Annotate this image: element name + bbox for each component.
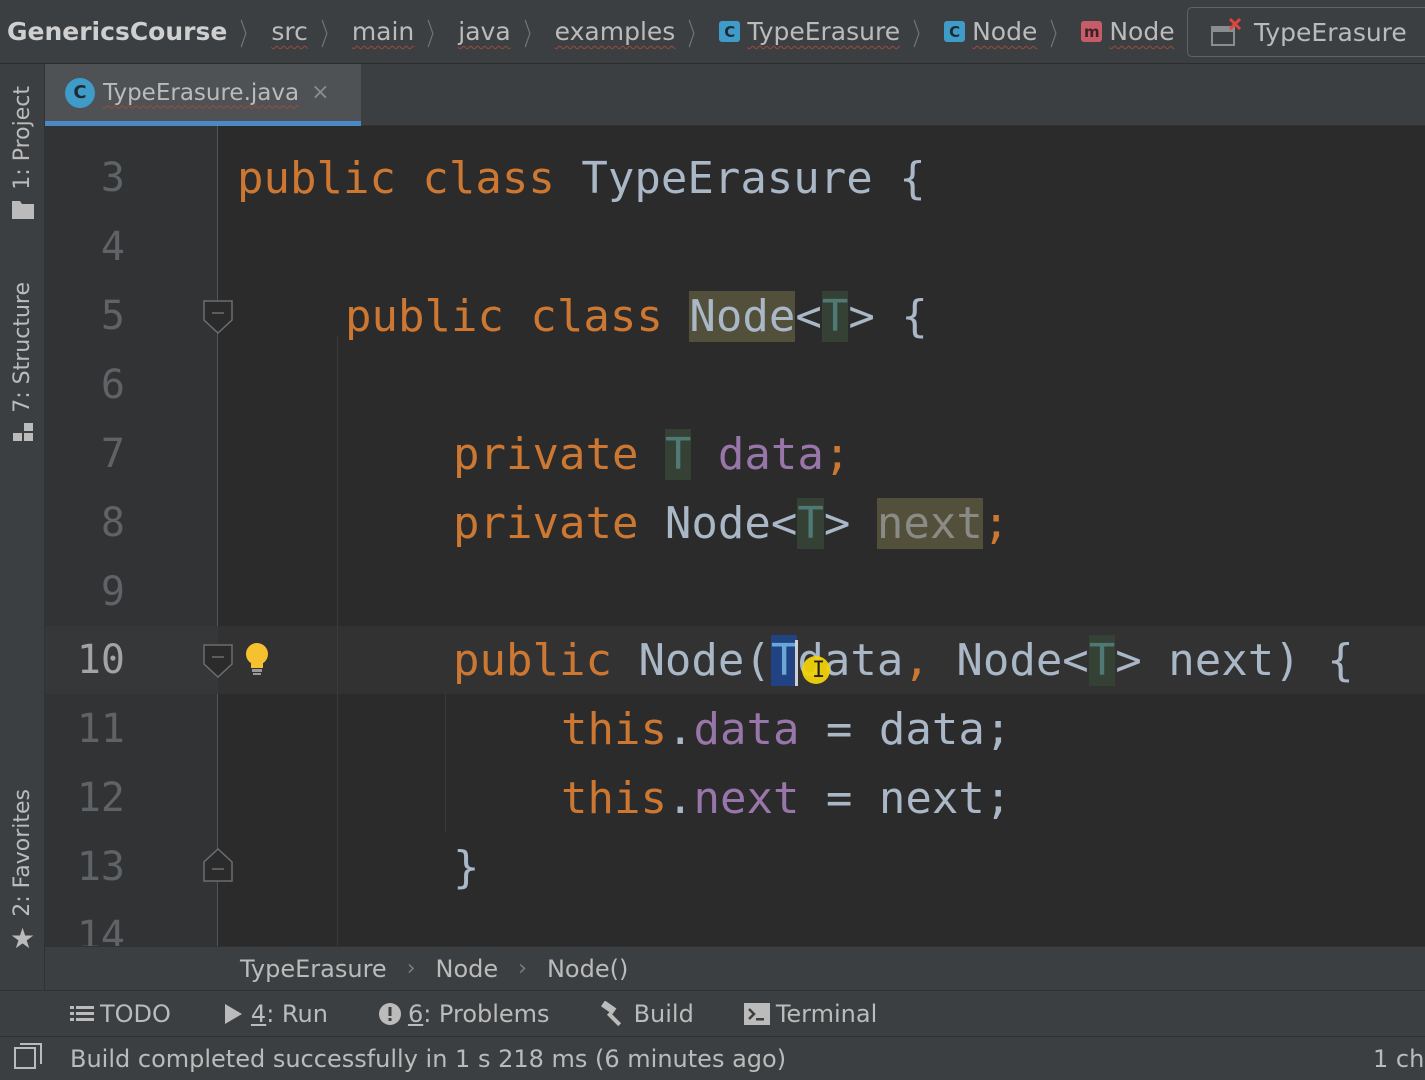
breadcrumb-separator: 〉 [523, 17, 540, 53]
left-tool-strip: 1: Project 7: Structure 2: Favorites ★ [0, 64, 45, 990]
code-crumb-class[interactable]: TypeErasure [240, 955, 387, 983]
breadcrumb-project[interactable]: GenericsCourse [7, 17, 227, 46]
code-crumb-inner-class[interactable]: Node [436, 955, 499, 983]
run-tool-button[interactable]: 4: Run [221, 1000, 328, 1028]
line-number-current: 10 [76, 637, 125, 683]
terminal-tool-button[interactable]: Terminal [743, 1000, 877, 1028]
fold-marker-icon[interactable] [203, 644, 233, 678]
list-icon [70, 1004, 94, 1024]
class-icon: C [944, 21, 966, 42]
class-icon: C [719, 21, 741, 42]
breadcrumb-separator: › [518, 956, 527, 981]
code-line-12: this.next = next; [561, 773, 1012, 824]
ibeam-cursor-icon: I [812, 658, 826, 683]
line-number: 9 [100, 569, 125, 615]
run-config-error-icon [1210, 17, 1242, 47]
code-crumb-method[interactable]: Node() [547, 955, 628, 983]
breadcrumb-separator: 〉 [240, 17, 257, 53]
structure-icon [11, 421, 35, 447]
line-number: 8 [100, 500, 125, 546]
line-number: 6 [100, 362, 125, 408]
tab-typeerasure-java[interactable]: C TypeErasure.java × [45, 64, 361, 126]
status-bar: Build completed successfully in 1 s 218 … [0, 1036, 1425, 1080]
breadcrumb-java[interactable]: java [458, 17, 510, 46]
breadcrumb-separator: › [406, 956, 416, 981]
code-line-7: private T data; [453, 429, 851, 480]
breadcrumb-class-typeerasure[interactable]: C TypeErasure [719, 17, 900, 46]
code-line-5: public class Node<T> { [345, 291, 928, 342]
hammer-icon [600, 1000, 628, 1027]
breadcrumb-separator: 〉 [320, 17, 338, 53]
status-position-info[interactable]: 1 ch [1373, 1045, 1424, 1073]
method-icon: m [1081, 21, 1103, 42]
code-breadcrumb: TypeErasure › Node › Node() [45, 946, 1425, 990]
class-icon: C [65, 77, 95, 108]
line-number: 3 [100, 155, 125, 201]
breadcrumb-separator: 〉 [912, 17, 930, 53]
code-editor[interactable]: 3 4 5 6 7 8 9 10 11 12 13 14 public clas… [45, 126, 1425, 946]
line-number: 12 [76, 775, 125, 821]
build-tool-button[interactable]: Build [600, 1000, 694, 1028]
breadcrumb-separator: 〉 [688, 17, 705, 53]
breadcrumb-method-node[interactable]: m Node [1081, 17, 1175, 46]
toggle-tool-windows-icon[interactable] [14, 1042, 42, 1075]
line-number: 4 [100, 224, 125, 270]
breadcrumb-class-node[interactable]: C Node [944, 17, 1037, 46]
tool-window-bar: TODO 4: Run 6: Problems Build Terminal [0, 990, 1425, 1036]
status-message[interactable]: Build completed successfully in 1 s 218 … [70, 1045, 786, 1073]
line-number: 13 [76, 844, 125, 890]
line-number: 7 [100, 431, 125, 477]
structure-tool-button[interactable]: 7: Structure [0, 282, 45, 447]
fold-end-marker-icon[interactable] [203, 848, 233, 882]
run-configuration-selector[interactable]: TypeErasure [1187, 7, 1425, 57]
star-icon: ★ [9, 921, 36, 955]
indent-guide [445, 694, 446, 832]
lightbulb-icon[interactable] [243, 642, 271, 676]
run-config-label: TypeErasure [1254, 17, 1407, 47]
terminal-icon [743, 1002, 770, 1025]
breadcrumb-src[interactable]: src [271, 17, 308, 46]
line-number: 11 [76, 706, 125, 752]
code-line-11: this.data = data; [561, 704, 1012, 755]
todo-tool-button[interactable]: TODO [70, 1000, 171, 1028]
selected-type-param: T [770, 635, 798, 686]
close-icon[interactable]: × [311, 80, 329, 105]
favorites-tool-button[interactable]: 2: Favorites ★ [0, 789, 45, 953]
editor-tab-bar: C TypeErasure.java × [45, 64, 1425, 126]
line-number: 14 [76, 913, 125, 946]
problems-tool-button[interactable]: 6: Problems [378, 1000, 550, 1028]
breadcrumb-examples[interactable]: examples [555, 17, 676, 46]
run-icon [221, 1002, 245, 1026]
code-line-8: private Node<T> next; [453, 498, 1010, 549]
code-line-13: } [453, 842, 480, 893]
folder-icon [11, 198, 35, 224]
project-tool-button[interactable]: 1: Project [0, 86, 45, 224]
indent-guide [337, 336, 338, 946]
breadcrumb-separator: 〉 [1050, 17, 1067, 53]
code-line-10: public Node(Tdata, Node<T> next) { [453, 635, 1354, 686]
code-line-3: public class TypeErasure { [237, 153, 926, 204]
fold-marker-icon[interactable] [203, 300, 233, 334]
line-number: 5 [100, 293, 125, 339]
problems-icon [378, 1002, 402, 1026]
breadcrumb-separator: 〉 [427, 17, 444, 53]
breadcrumb-main[interactable]: main [352, 17, 414, 46]
